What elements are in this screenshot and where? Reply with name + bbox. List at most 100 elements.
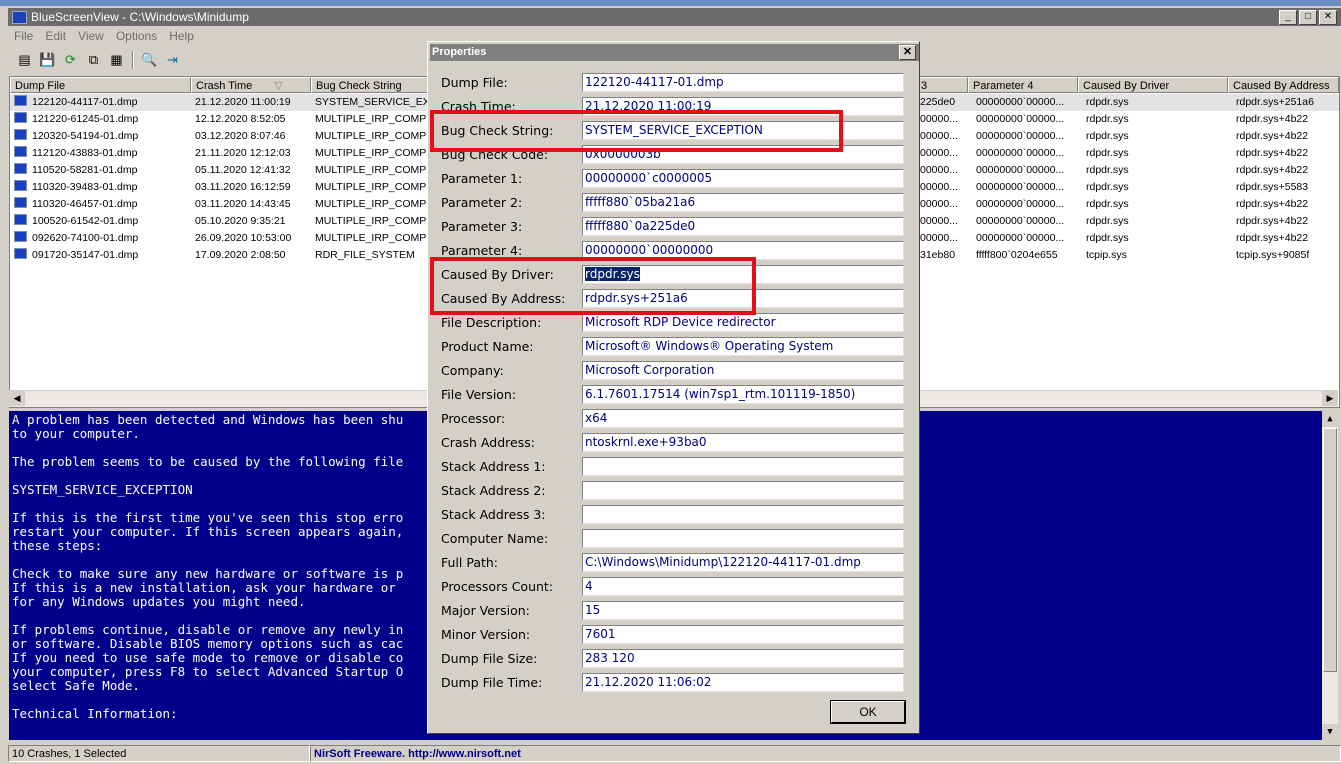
property-value-field[interactable]: 7601 <box>582 625 904 644</box>
cell-driver: rdpdr.sys <box>1086 96 1129 108</box>
property-value-field[interactable]: C:\Windows\Minidump\122120-44117-01.dmp <box>582 553 904 572</box>
cell-addr: rdpdr.sys+4b22 <box>1236 113 1309 125</box>
cell-time: 05.10.2020 9:35:21 <box>195 215 286 227</box>
find-icon[interactable]: 🔍 <box>139 50 160 70</box>
menu-options[interactable]: Options <box>110 29 163 43</box>
properties-icon[interactable]: ▤ <box>14 50 35 70</box>
property-value-field[interactable]: Microsoft® Windows® Operating System <box>582 337 904 356</box>
property-label: Stack Address 3: <box>441 507 546 522</box>
property-value-field[interactable]: 6.1.7601.17514 (win7sp1_rtm.101119-1850) <box>582 385 904 404</box>
property-value-field[interactable]: Microsoft Corporation <box>582 361 904 380</box>
col-parameter-4[interactable]: Parameter 4 <box>968 77 1078 93</box>
refresh-icon[interactable]: ⟳ <box>60 50 81 70</box>
cell-driver: rdpdr.sys <box>1086 198 1129 210</box>
cell-p4: 00000000`00000... <box>976 147 1065 159</box>
highlight-caused-by <box>430 257 756 315</box>
property-value-field[interactable]: 15 <box>582 601 904 620</box>
property-label: Parameter 2: <box>441 195 523 210</box>
app-icon <box>12 10 27 24</box>
property-label: Crash Address: <box>441 435 535 450</box>
exit-icon[interactable]: ⇥ <box>162 50 183 70</box>
property-label: Minor Version: <box>441 627 531 642</box>
cell-p3: 00000... <box>920 198 958 210</box>
property-value-field[interactable]: 122120-44117-01.dmp <box>582 73 904 92</box>
cell-addr: rdpdr.sys+4b22 <box>1236 198 1309 210</box>
dump-file-icon <box>14 197 27 208</box>
menu-help[interactable]: Help <box>163 29 200 43</box>
close-button[interactable]: ✕ <box>1319 10 1337 25</box>
property-value-field[interactable]: x64 <box>582 409 904 428</box>
highlight-bug-check-string <box>430 110 843 152</box>
scroll-down-icon[interactable]: ▼ <box>1322 724 1338 740</box>
col-crash-time[interactable]: Crash Time ▽ <box>191 77 311 93</box>
property-value: Microsoft® Windows® Operating System <box>585 339 834 353</box>
property-label: Dump File Time: <box>441 675 543 690</box>
property-row: Crash Address: ntoskrnl.exe+93ba0 <box>441 433 911 453</box>
property-value-field[interactable]: fffff880`0a225de0 <box>582 217 904 236</box>
dialog-title: Properties ✕ <box>430 44 919 61</box>
cell-addr: rdpdr.sys+4b22 <box>1236 130 1309 142</box>
maximize-button[interactable]: □ <box>1299 10 1317 25</box>
minimize-button[interactable]: _ <box>1279 10 1297 25</box>
property-label: Stack Address 2: <box>441 483 546 498</box>
property-value-field[interactable]: ntoskrnl.exe+93ba0 <box>582 433 904 452</box>
col-dump-file[interactable]: Dump File <box>10 77 191 93</box>
cell-addr: rdpdr.sys+4b22 <box>1236 164 1309 176</box>
col-caused-by-driver[interactable]: Caused By Driver <box>1078 77 1228 93</box>
menu-edit[interactable]: Edit <box>39 29 72 43</box>
property-label: Dump File Size: <box>441 651 538 666</box>
cell-p3: 00000... <box>920 232 958 244</box>
col-caused-by-address[interactable]: Caused By Address <box>1228 77 1339 93</box>
property-value-field[interactable] <box>582 481 904 500</box>
cell-p4: 00000000`00000... <box>976 181 1065 193</box>
property-value-field[interactable] <box>582 457 904 476</box>
cell-p4: 00000000`00000... <box>976 198 1065 210</box>
property-row: Major Version: 15 <box>441 601 911 621</box>
cell-file: 110320-39483-01.dmp <box>32 181 138 193</box>
scroll-left-icon[interactable]: ◀ <box>9 391 25 406</box>
cell-file-wrap: 091720-35147-01.dmp <box>14 247 190 264</box>
property-value-field[interactable] <box>582 529 904 548</box>
status-link[interactable]: NirSoft Freeware. http://www.nirsoft.net <box>310 745 1341 762</box>
cell-addr: tcpip.sys+9085f <box>1236 249 1310 261</box>
cell-addr: rdpdr.sys+4b22 <box>1236 232 1309 244</box>
property-value-field[interactable] <box>582 505 904 524</box>
property-row: Computer Name: <box>441 529 911 549</box>
menu-file[interactable]: File <box>8 29 39 43</box>
property-value-field[interactable]: fffff880`05ba21a6 <box>582 193 904 212</box>
property-value-field[interactable]: 4 <box>582 577 904 596</box>
cell-bug: MULTIPLE_IRP_COMPL <box>315 232 427 244</box>
save-icon[interactable]: 💾 <box>37 50 58 70</box>
dump-file-icon <box>14 180 27 191</box>
cell-p3: 00000... <box>920 147 958 159</box>
dialog-close-icon[interactable]: ✕ <box>899 45 916 60</box>
status-bar: 10 Crashes, 1 Selected NirSoft Freeware.… <box>8 745 1341 764</box>
property-value-field[interactable]: 21.12.2020 11:06:02 <box>582 673 904 692</box>
cell-file: 110320-46457-01.dmp <box>32 198 138 210</box>
property-value-field[interactable]: 00000000`c0000005 <box>582 169 904 188</box>
cell-bug: MULTIPLE_IRP_COMPL <box>315 198 427 210</box>
cell-time: 03.11.2020 16:12:59 <box>195 181 291 193</box>
cell-file: 121220-61245-01.dmp <box>32 113 139 125</box>
property-value: 7601 <box>585 627 616 641</box>
bluescreen-vertical-scrollbar[interactable]: ▲ ▼ <box>1322 411 1338 740</box>
property-label: File Version: <box>441 387 517 402</box>
scroll-up-icon[interactable]: ▲ <box>1322 411 1338 427</box>
scroll-thumb[interactable] <box>1323 428 1337 672</box>
property-value: 4 <box>585 579 593 593</box>
property-value-field[interactable]: Microsoft RDP Device redirector <box>582 313 904 332</box>
ok-button[interactable]: OK <box>830 700 906 724</box>
copy-icon[interactable]: ⧉ <box>83 50 104 70</box>
menu-view[interactable]: View <box>72 29 110 43</box>
cell-file-wrap: 100520-61542-01.dmp <box>14 213 190 230</box>
cell-addr: rdpdr.sys+4b22 <box>1236 215 1309 227</box>
cell-time: 03.12.2020 8:07:46 <box>195 130 286 142</box>
scroll-right-icon[interactable]: ▶ <box>1322 391 1338 406</box>
dump-file-icon <box>14 129 27 140</box>
property-value-field[interactable]: 283 120 <box>582 649 904 668</box>
property-row: Stack Address 2: <box>441 481 911 501</box>
cell-addr: rdpdr.sys+4b22 <box>1236 147 1309 159</box>
col-parameter-3[interactable]: 3 <box>916 77 968 93</box>
cell-driver: rdpdr.sys <box>1086 113 1129 125</box>
report-icon[interactable]: ▦ <box>106 50 127 70</box>
